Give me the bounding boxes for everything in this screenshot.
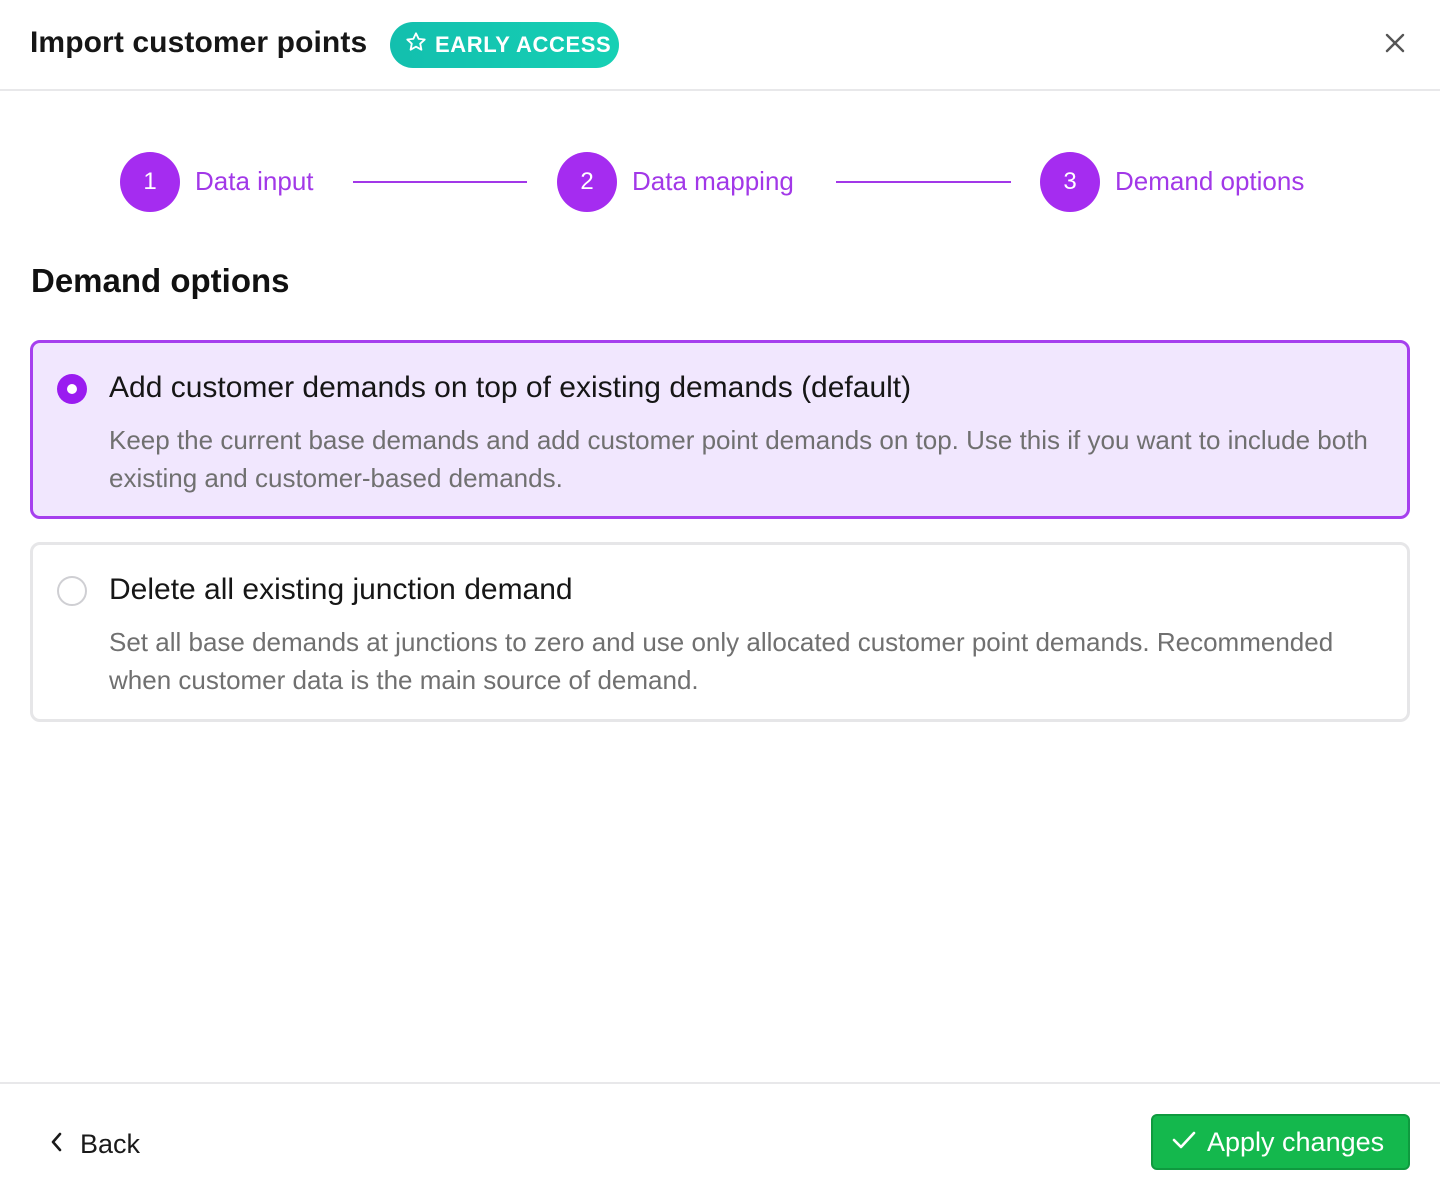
apply-changes-button[interactable]: Apply changes (1151, 1114, 1410, 1170)
radio-unselected[interactable] (57, 576, 87, 606)
section-title: Demand options (31, 262, 290, 299)
step-1-number[interactable]: 1 (120, 152, 180, 212)
step-2-number[interactable]: 2 (557, 152, 617, 212)
step-1-label[interactable]: Data input (195, 164, 314, 198)
step-3-label[interactable]: Demand options (1115, 164, 1304, 198)
apply-label: Apply changes (1207, 1126, 1385, 1157)
stepper: 1 Data input 2 Data mapping 3 Demand opt… (0, 0, 1440, 240)
dialog-footer: Back Apply changes (0, 1082, 1440, 1200)
option-delete-existing[interactable]: Delete all existing junction demand Set … (30, 542, 1410, 722)
option-description: Keep the current base demands and add cu… (109, 425, 1368, 493)
option-description: Set all base demands at junctions to zer… (109, 627, 1334, 695)
check-icon (1171, 1127, 1207, 1158)
radio-selected[interactable] (57, 374, 87, 404)
chevron-left-icon (50, 1129, 80, 1160)
step-connector (836, 181, 1011, 183)
back-label: Back (80, 1128, 141, 1159)
step-2-label[interactable]: Data mapping (632, 164, 794, 198)
option-title: Delete all existing junction demand (109, 573, 573, 606)
option-title: Add customer demands on top of existing … (109, 371, 912, 404)
option-add-on-top[interactable]: Add customer demands on top of existing … (30, 340, 1410, 519)
back-button[interactable]: Back (50, 1124, 140, 1164)
step-3-number[interactable]: 3 (1040, 152, 1100, 212)
step-connector (353, 181, 527, 183)
import-customer-points-dialog: Import customer points EARLY ACCESS 1 Da… (0, 0, 1440, 1200)
